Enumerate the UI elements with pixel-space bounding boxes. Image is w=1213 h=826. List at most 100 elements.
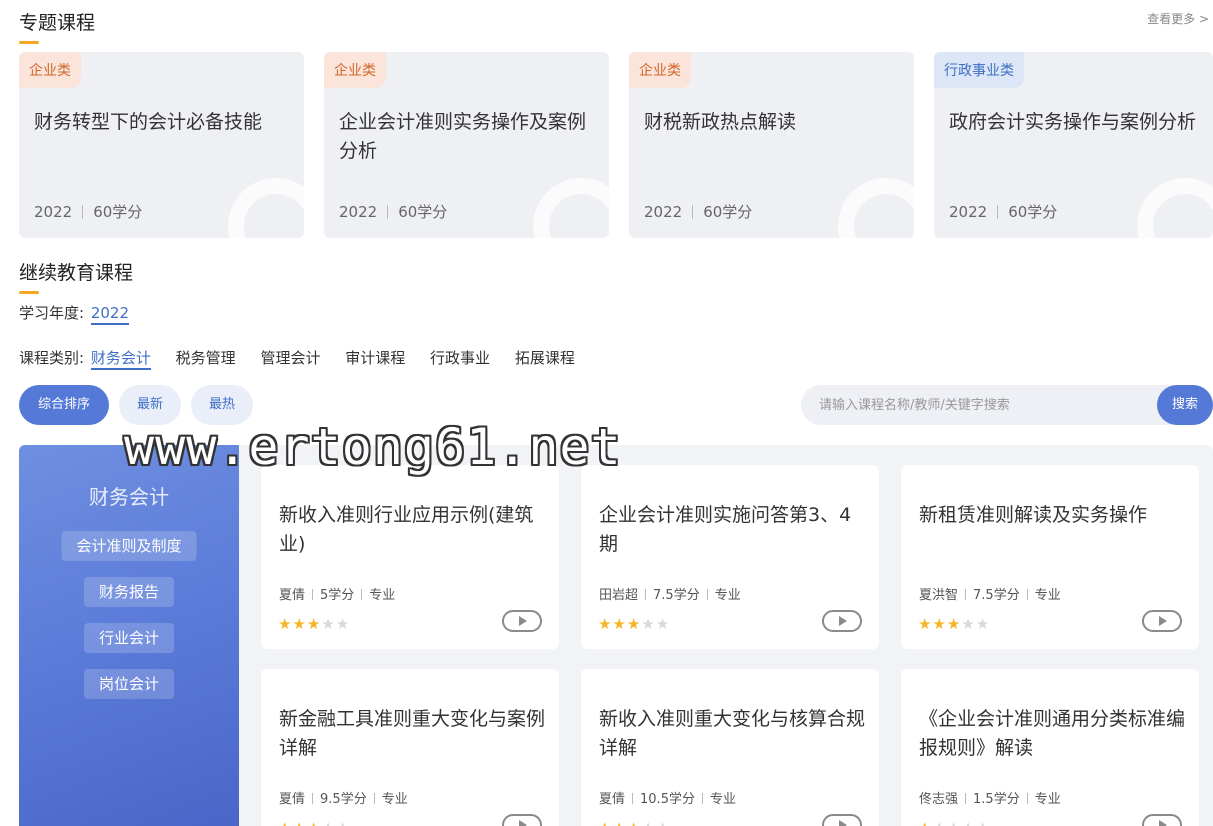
star-filled-icon: ★ [627, 819, 641, 826]
topic-year: 2022 [339, 203, 378, 221]
course-type: 专业 [1034, 792, 1061, 807]
category-sidebar: 财务会计 会计准则及制度 财务报告 行业会计 岗位会计 [19, 445, 239, 826]
search-bar: 搜索 [801, 385, 1213, 425]
rating-stars: ★★★★★ [918, 615, 990, 633]
decorative-ring [1137, 178, 1213, 238]
course-credits: 7.5学分 [973, 588, 1020, 603]
year-filter: 学习年度: 2022 [19, 302, 130, 325]
star-filled-icon: ★ [598, 819, 612, 826]
star-empty-icon: ★ [336, 819, 350, 826]
course-meta: 佟志强 1.5学分 专业 [919, 788, 1061, 807]
course-teacher: 夏倩 [599, 792, 626, 807]
topic-credits: 60学分 [398, 203, 448, 221]
play-icon[interactable] [822, 814, 862, 826]
topic-credits: 60学分 [93, 203, 143, 221]
course-title: 企业会计准则实施问答第3、4期 [599, 504, 852, 555]
course-card[interactable]: 新收入准则重大变化与核算合规详解 夏倩10.5学分专业 ★★★★★ [581, 669, 879, 826]
topic-card[interactable]: 企业类 企业会计准则实务操作及案例分析 2022 60学分 [324, 52, 609, 238]
course-title: 新租赁准则解读及实务操作 [919, 504, 1148, 526]
sidebar-item-position[interactable]: 岗位会计 [83, 669, 175, 699]
star-empty-icon: ★ [975, 615, 991, 633]
title-underline [19, 41, 39, 44]
play-icon[interactable] [502, 814, 542, 826]
star-filled-icon: ★ [946, 615, 962, 633]
course-type: 专业 [714, 588, 741, 603]
category-tab-management-accounting[interactable]: 管理会计 [260, 349, 320, 367]
search-input[interactable] [819, 395, 1149, 415]
category-tag: 企业类 [629, 52, 691, 88]
star-empty-icon: ★ [947, 819, 961, 826]
star-empty-icon: ★ [961, 819, 975, 826]
topic-title: 财税新政热点解读 [644, 111, 797, 133]
course-meta: 田岩超 7.5学分 专业 [599, 584, 741, 603]
sort-hottest-button[interactable]: 最热 [191, 385, 253, 425]
sort-newest-button[interactable]: 最新 [119, 385, 181, 425]
category-tab-tax-management[interactable]: 税务管理 [176, 349, 236, 367]
topic-card[interactable]: 企业类 财务转型下的会计必备技能 2022 60学分 [19, 52, 304, 238]
play-icon[interactable] [502, 610, 542, 632]
continuing-section-title: 继续教育课程 [19, 258, 133, 294]
topic-card[interactable]: 行政事业类 政府会计实务操作与案例分析 2022 60学分 [934, 52, 1213, 238]
year-option[interactable]: 2022 [90, 304, 130, 325]
course-teacher: 夏倩 [279, 792, 306, 807]
course-type: 专业 [1034, 588, 1061, 603]
rating-stars: ★★★★★ [278, 615, 350, 633]
view-more-link[interactable]: 查看更多 > [1147, 10, 1209, 27]
topic-credits: 60学分 [703, 203, 753, 221]
decorative-ring [533, 178, 609, 238]
star-filled-icon: ★ [626, 615, 642, 633]
course-type: 专业 [381, 792, 408, 807]
star-filled-icon: ★ [278, 819, 292, 826]
topic-title: 企业会计准则实务操作及案例分析 [339, 111, 587, 162]
topic-year: 2022 [644, 203, 683, 221]
course-type: 专业 [709, 792, 736, 807]
topic-meta: 2022 60学分 [644, 201, 752, 222]
sidebar-item-industry[interactable]: 行业会计 [83, 623, 175, 653]
star-empty-icon: ★ [641, 819, 655, 826]
sidebar-item-standards[interactable]: 会计准则及制度 [61, 531, 197, 561]
sidebar-item-financial-report[interactable]: 财务报告 [83, 577, 175, 607]
course-card[interactable]: 新租赁准则解读及实务操作 夏洪智 7.5学分 专业 ★★★★★ [901, 465, 1199, 649]
decorative-ring [228, 178, 304, 238]
star-empty-icon: ★ [656, 819, 670, 826]
decorative-ring [838, 178, 914, 238]
course-credits: 7.5学分 [653, 588, 700, 603]
rating-stars: ★★★★★ [598, 615, 670, 633]
course-card[interactable]: 新收入准则行业应用示例(建筑业) 夏倩 5学分 专业 ★★★★★ [261, 465, 559, 649]
star-filled-icon: ★ [612, 819, 626, 826]
category-tab-financial-accounting[interactable]: 财务会计 [90, 349, 151, 370]
category-tab-audit[interactable]: 审计课程 [345, 349, 405, 367]
star-filled-icon: ★ [292, 819, 306, 826]
course-credits: 9.5学分 [320, 792, 367, 807]
course-credits: 1.5学分 [973, 792, 1020, 807]
course-credits: 5学分 [320, 588, 355, 603]
course-teacher: 田岩超 [599, 588, 639, 603]
star-filled-icon: ★ [918, 819, 932, 826]
sort-comprehensive-button[interactable]: 综合排序 [19, 385, 109, 425]
play-icon[interactable] [822, 610, 862, 632]
play-icon[interactable] [1142, 814, 1182, 826]
course-card[interactable]: 《企业会计准则通用分类标准编报规则》解读 佟志强1.5学分专业 ★★★★★ [901, 669, 1199, 826]
star-filled-icon: ★ [612, 615, 627, 633]
topic-title: 政府会计实务操作与案例分析 [949, 111, 1197, 133]
topic-meta: 2022 60学分 [949, 201, 1057, 222]
course-credits: 10.5学分 [640, 792, 695, 807]
course-card[interactable]: 企业会计准则实施问答第3、4期 田岩超 7.5学分 专业 ★★★★★ [581, 465, 879, 649]
search-button[interactable]: 搜索 [1157, 385, 1213, 425]
category-tab-extension[interactable]: 拓展课程 [515, 349, 575, 367]
category-tag: 企业类 [19, 52, 81, 88]
course-teacher: 夏洪智 [919, 588, 959, 603]
category-tag: 企业类 [324, 52, 386, 88]
course-title: 《企业会计准则通用分类标准编报规则》解读 [919, 708, 1186, 759]
topic-year: 2022 [949, 203, 988, 221]
course-card[interactable]: 新金融工具准则重大变化与案例详解 夏倩9.5学分专业 ★★★★★ [261, 669, 559, 826]
category-filter: 课程类别: 财务会计 税务管理 管理会计 审计课程 行政事业 拓展课程 [19, 347, 595, 370]
course-title: 新金融工具准则重大变化与案例详解 [279, 708, 546, 759]
topic-title: 财务转型下的会计必备技能 [34, 111, 263, 133]
topic-card[interactable]: 企业类 财税新政热点解读 2022 60学分 [629, 52, 914, 238]
play-icon[interactable] [1142, 610, 1182, 632]
topics-section-title: 专题课程 [19, 8, 95, 44]
course-title: 新收入准则重大变化与核算合规详解 [599, 708, 866, 759]
topic-meta: 2022 60学分 [339, 201, 447, 222]
category-tab-administrative[interactable]: 行政事业 [430, 349, 490, 367]
